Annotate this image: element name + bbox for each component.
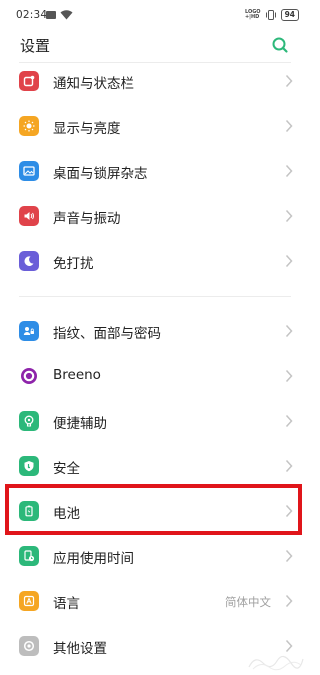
- app-usage-icon: [19, 546, 39, 566]
- settings-item-notification[interactable]: 通知与状态栏: [0, 59, 311, 103]
- settings-item-label: 其他设置: [53, 641, 107, 657]
- settings-item-sound[interactable]: 声音与振动: [0, 194, 311, 238]
- moon-icon: [19, 251, 39, 271]
- chevron-right-icon: [285, 164, 293, 178]
- settings-item-label: 桌面与锁屏杂志: [53, 166, 148, 182]
- settings-item-label: 免打扰: [53, 256, 94, 272]
- message-icon: [46, 11, 56, 19]
- chevron-right-icon: [285, 414, 293, 428]
- sound-icon: [19, 206, 39, 226]
- settings-item-label: Breeno: [53, 367, 101, 383]
- settings-item-label: 通知与状态栏: [53, 76, 134, 92]
- header: 设置: [0, 30, 311, 60]
- chevron-right-icon: [285, 594, 293, 608]
- network-icon: LOGO +|HD: [245, 10, 261, 20]
- settings-item-label: 显示与亮度: [53, 121, 121, 137]
- language-icon: [19, 591, 39, 611]
- assist-icon: [19, 411, 39, 431]
- breeno-icon: [19, 366, 39, 386]
- chevron-right-icon: [285, 209, 293, 223]
- chevron-right-icon: [285, 549, 293, 563]
- battery-level-icon: 94: [280, 9, 299, 21]
- settings-item-label: 应用使用时间: [53, 551, 134, 567]
- status-time: 02:34: [16, 9, 48, 21]
- vibrate-icon: [265, 10, 276, 20]
- status-bar: 02:34 LOGO +|HD 94: [0, 0, 311, 30]
- settings-screen: 02:34 LOGO +|HD 94 设置 通知与状态栏 显示与亮度 桌面与锁屏…: [0, 0, 311, 675]
- settings-item-do-not-disturb[interactable]: 免打扰: [0, 239, 311, 283]
- chevron-right-icon: [285, 74, 293, 88]
- section-divider: [19, 296, 291, 297]
- status-right-group: LOGO +|HD 94: [245, 9, 299, 21]
- wifi-icon: [60, 10, 73, 20]
- settings-item-language[interactable]: 语言 简体中文: [0, 579, 311, 623]
- fingerprint-icon: [19, 321, 39, 341]
- chevron-right-icon: [285, 324, 293, 338]
- settings-item-security[interactable]: 安全: [0, 444, 311, 488]
- highlight-box: [5, 484, 302, 535]
- notification-icon: [19, 71, 39, 91]
- search-icon[interactable]: [269, 34, 291, 56]
- settings-item-label: 指纹、面部与密码: [53, 326, 161, 342]
- wallpaper-icon: [19, 161, 39, 181]
- brightness-icon: [19, 116, 39, 136]
- shield-icon: [19, 456, 39, 476]
- settings-item-label: 便捷辅助: [53, 416, 107, 432]
- other-settings-icon: [19, 636, 39, 656]
- watermark-logo: [248, 655, 304, 671]
- settings-item-breeno[interactable]: Breeno: [0, 354, 311, 398]
- settings-item-fingerprint[interactable]: 指纹、面部与密码: [0, 309, 311, 353]
- chevron-right-icon: [285, 459, 293, 473]
- chevron-right-icon: [285, 254, 293, 268]
- settings-item-display[interactable]: 显示与亮度: [0, 104, 311, 148]
- chevron-right-icon: [285, 369, 293, 383]
- settings-item-label: 声音与振动: [53, 211, 121, 227]
- settings-item-label: 语言: [53, 596, 80, 612]
- settings-item-app-usage[interactable]: 应用使用时间: [0, 534, 311, 578]
- settings-item-wallpaper[interactable]: 桌面与锁屏杂志: [0, 149, 311, 193]
- network-line-2: +|HD: [244, 14, 260, 20]
- chevron-right-icon: [285, 119, 293, 133]
- settings-item-label: 安全: [53, 461, 80, 477]
- page-title: 设置: [20, 37, 51, 55]
- language-value: 简体中文: [225, 595, 271, 609]
- settings-item-convenience[interactable]: 便捷辅助: [0, 399, 311, 443]
